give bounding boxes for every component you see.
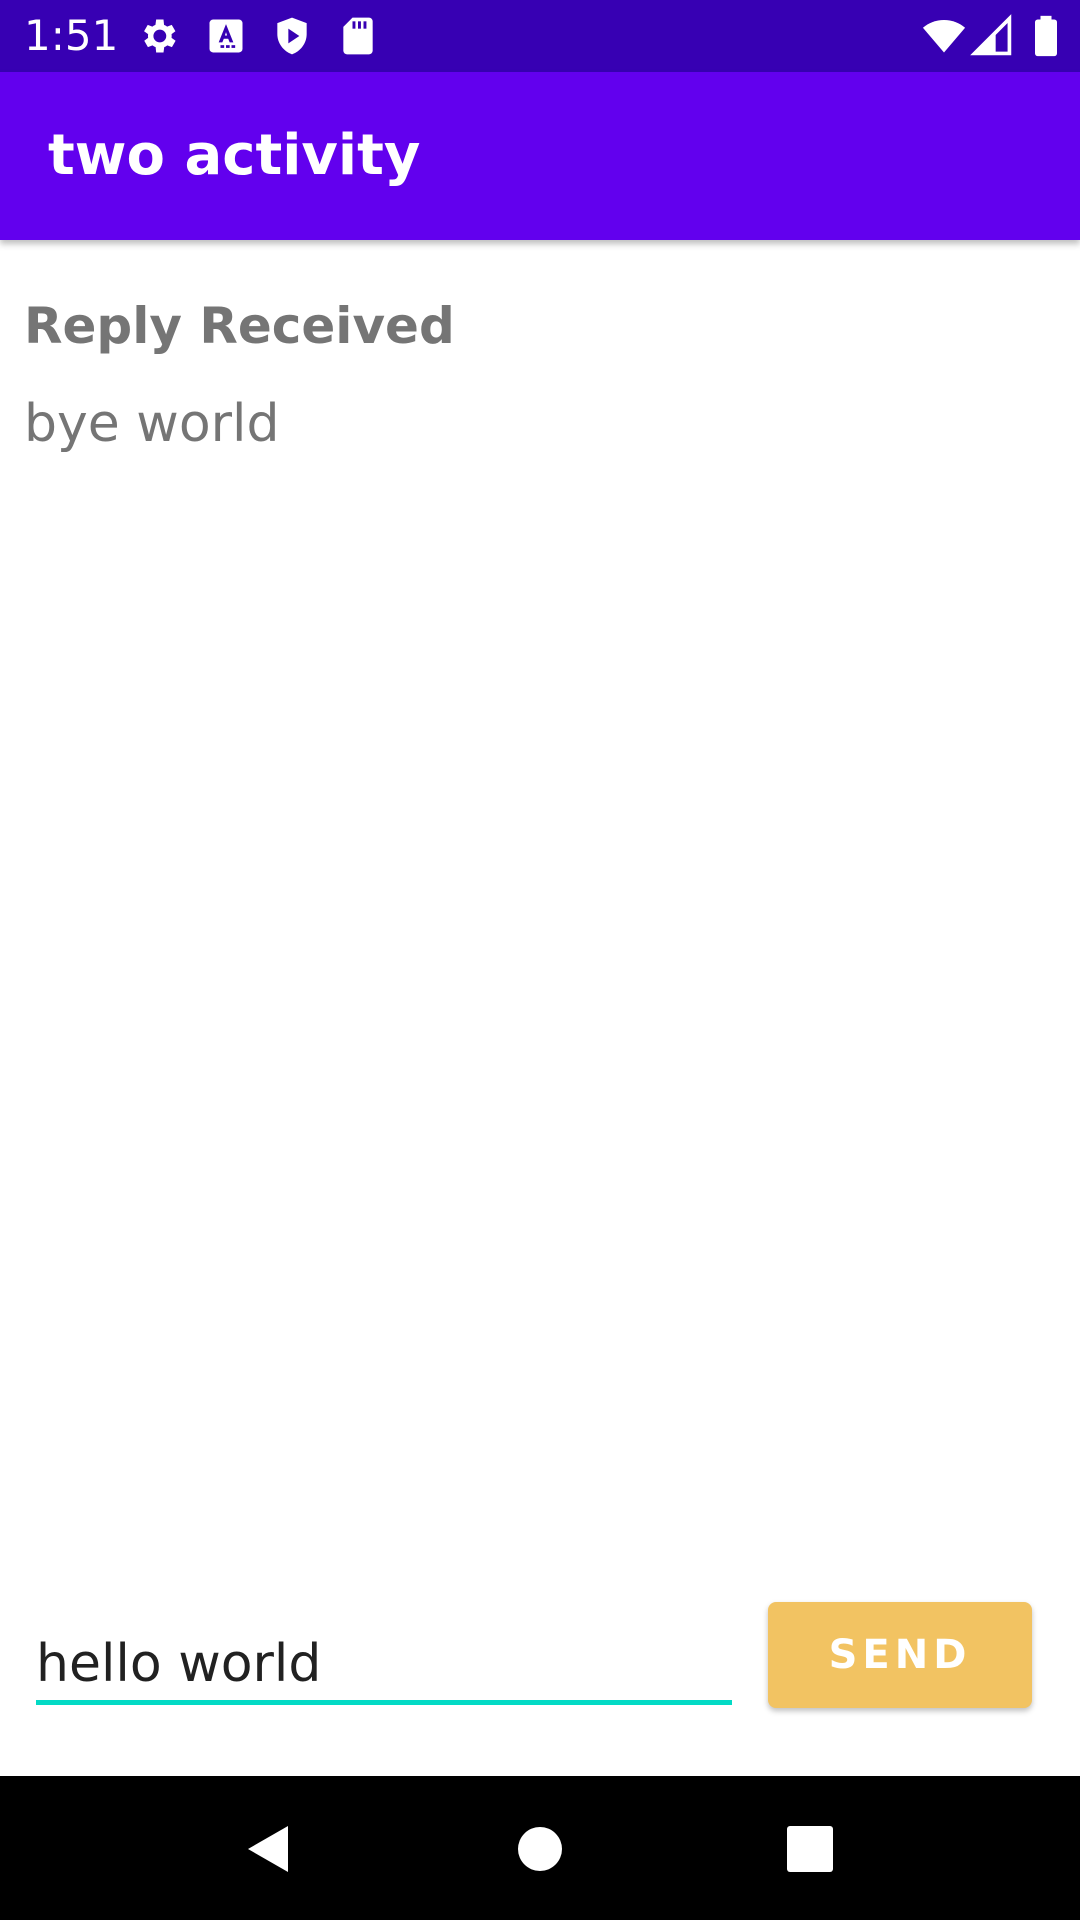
signal-icon bbox=[970, 14, 1014, 58]
gear-icon bbox=[136, 14, 180, 58]
battery-icon bbox=[1024, 14, 1068, 58]
reply-message: bye world bbox=[24, 394, 280, 454]
wifi-icon bbox=[922, 14, 966, 58]
reply-header: Reply Received bbox=[24, 297, 455, 355]
status-time: 1:51 bbox=[24, 11, 119, 60]
home-icon[interactable] bbox=[490, 1798, 590, 1898]
input-underline bbox=[36, 1700, 732, 1705]
shield-play-icon bbox=[270, 14, 314, 58]
sd-card-icon bbox=[336, 14, 380, 58]
message-input[interactable] bbox=[36, 1624, 732, 1704]
recents-icon[interactable] bbox=[760, 1798, 860, 1898]
navigation-bar bbox=[0, 1776, 1080, 1920]
back-icon[interactable] bbox=[218, 1798, 318, 1898]
app-bar: two activity bbox=[0, 72, 1080, 240]
status-bar: 1:51 bbox=[0, 0, 1080, 72]
send-button[interactable]: SEND bbox=[768, 1602, 1032, 1708]
text-a-icon bbox=[204, 14, 248, 58]
page-title: two activity bbox=[48, 123, 421, 188]
